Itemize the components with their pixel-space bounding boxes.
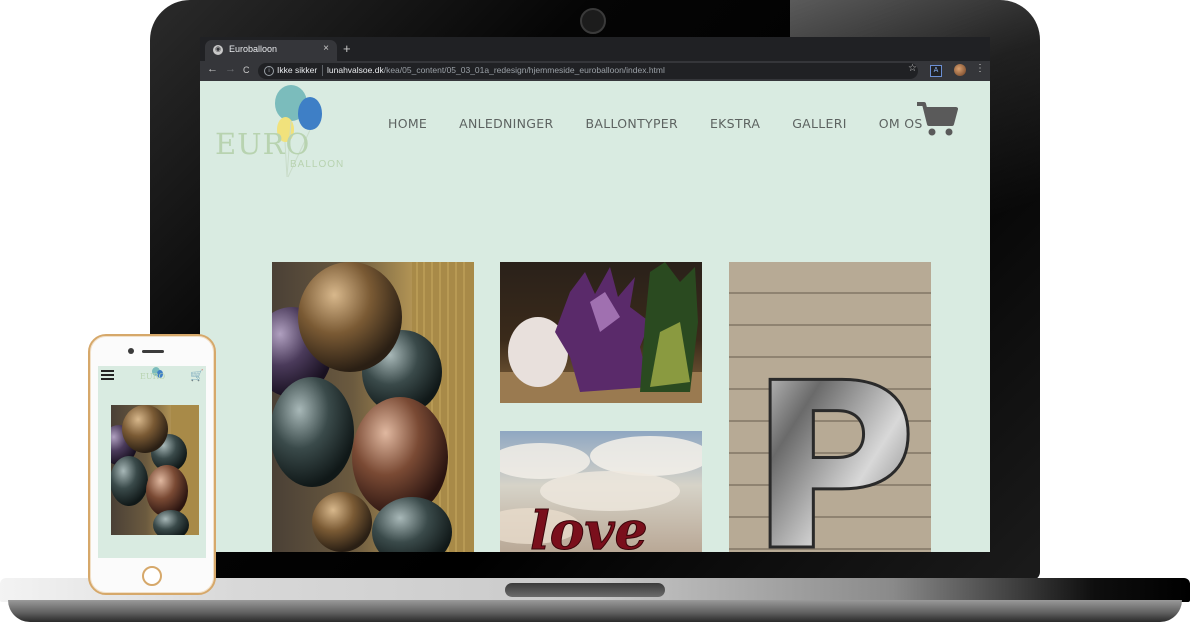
- phone-speaker: [142, 350, 164, 353]
- url-domain: lunahvalsoe.dk: [327, 65, 384, 75]
- photo-foil-weights[interactable]: [500, 262, 702, 403]
- url-divider: [322, 65, 323, 76]
- hamburger-menu-icon[interactable]: [101, 370, 114, 382]
- bookmark-star-icon[interactable]: ☆: [908, 63, 917, 74]
- logo-subtitle: BALLOON: [290, 159, 345, 170]
- url-text[interactable]: lunahvalsoe.dk/kea/05_content/05_03_01a_…: [327, 65, 665, 75]
- nav-ballontyper[interactable]: BALLONTYPER: [585, 116, 678, 131]
- phone-home-button[interactable]: [142, 566, 162, 586]
- photo-letter-p-balloon[interactable]: P: [729, 262, 931, 552]
- webcam: [580, 8, 606, 34]
- reload-button[interactable]: C: [243, 65, 250, 75]
- phone-photo-chrome-balloons[interactable]: [111, 405, 199, 535]
- love-balloon-image: love: [500, 436, 702, 552]
- phone-cart-icon[interactable]: 🛒: [190, 369, 204, 382]
- website: EURO BALLOON HOME ANLEDNINGER BALLONTYPE…: [200, 81, 990, 552]
- browser-toolbar: ← → C i Ikke sikker lunahvalsoe.dk/kea/0…: [200, 61, 990, 81]
- globe-icon: ◉: [213, 45, 223, 55]
- phone-logo[interactable]: EURO: [140, 372, 165, 381]
- browser-menu-icon[interactable]: ⋮: [975, 63, 985, 74]
- foil-weights-image: [500, 262, 702, 403]
- profile-avatar[interactable]: [954, 64, 966, 76]
- main-nav: HOME ANLEDNINGER BALLONTYPER EKSTRA GALL…: [388, 116, 923, 131]
- base-bottom: [8, 600, 1182, 622]
- nav-ekstra[interactable]: EKSTRA: [710, 116, 760, 131]
- phone: EURO 🛒: [88, 334, 216, 595]
- browser-tab-bar: ◉ Euroballoon × +: [200, 37, 990, 61]
- letter-p-balloon-image: P: [748, 334, 920, 553]
- nav-galleri[interactable]: GALLERI: [792, 116, 847, 131]
- security-label[interactable]: Ikke sikker: [277, 65, 317, 75]
- chrome-balloons-image: [272, 262, 474, 552]
- address-bar[interactable]: i Ikke sikker lunahvalsoe.dk/kea/05_cont…: [258, 63, 918, 79]
- url-path: /kea/05_content/05_03_01a_redesign/hjemm…: [383, 65, 665, 75]
- back-button[interactable]: ←: [207, 63, 218, 75]
- p-letter: P: [749, 335, 918, 552]
- close-tab-icon[interactable]: ×: [323, 43, 329, 54]
- phone-chrome-balloons-image: [111, 405, 199, 535]
- tab-title: Euroballoon: [229, 44, 278, 54]
- phone-camera: [128, 348, 134, 354]
- base-notch: [505, 583, 665, 597]
- laptop-screen: ◉ Euroballoon × + ← → C i Ikke sikker lu…: [200, 37, 990, 552]
- euroballoon-logo[interactable]: EURO BALLOON: [215, 83, 343, 183]
- nav-home[interactable]: HOME: [388, 116, 427, 131]
- photo-chrome-balloons[interactable]: [272, 262, 474, 552]
- new-tab-button[interactable]: +: [343, 41, 351, 56]
- phone-screen: EURO 🛒: [98, 366, 206, 558]
- extension-icon[interactable]: A: [930, 65, 942, 77]
- photo-love-balloon[interactable]: love: [500, 431, 702, 552]
- love-text: love: [530, 501, 648, 552]
- forward-button[interactable]: →: [225, 63, 236, 75]
- nav-anledninger[interactable]: ANLEDNINGER: [459, 116, 553, 131]
- info-icon[interactable]: i: [264, 66, 274, 76]
- browser-tab[interactable]: ◉ Euroballoon ×: [205, 40, 337, 61]
- cart-icon[interactable]: [916, 101, 958, 137]
- logo-word: EURO: [215, 127, 311, 161]
